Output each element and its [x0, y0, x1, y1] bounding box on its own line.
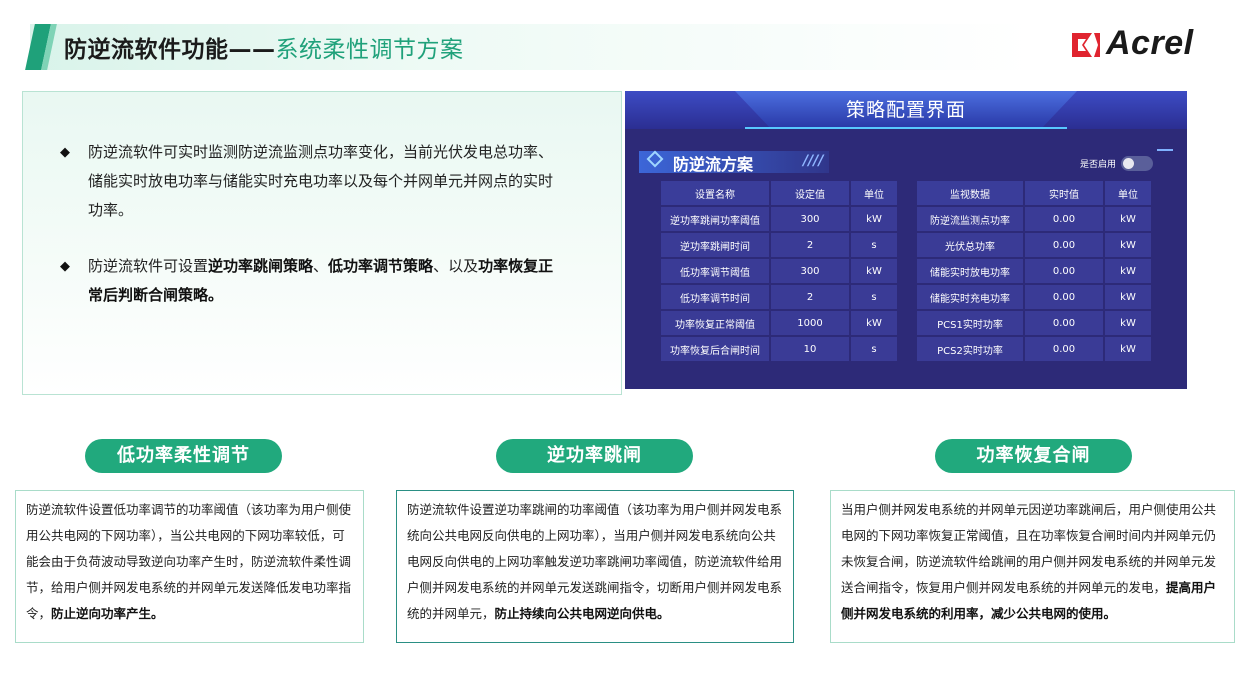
- monitor-value: 0.00: [1025, 285, 1103, 309]
- strategy-config-screen: 策略配置界面 防逆流方案 //// 是否启用 设置名称 设定值 单位 逆功率跳闸…: [625, 91, 1187, 389]
- feature-card-body: 防逆流软件设置逆功率跳闸的功率阈值（该功率为用户侧并网发电系统向公共电网反向供电…: [407, 502, 783, 621]
- feature-label-reverse-trip: 逆功率跳闸: [496, 439, 693, 473]
- monitor-table-header: 监视数据 实时值 单位: [917, 181, 1151, 205]
- monitor-name: 储能实时充电功率: [917, 285, 1023, 309]
- setting-value-input[interactable]: 2: [771, 233, 849, 257]
- settings-table: 设置名称 设定值 单位 逆功率跳闸功率阈值 300 kW 逆功率跳闸时间 2 s…: [659, 179, 899, 363]
- intro-bullet-2-text: 防逆流软件可设置逆功率跳闸策略、低功率调节策略、以及功率恢复正常后判断合闸策略。: [63, 252, 563, 310]
- diamond-bullet-icon: ◆: [60, 259, 70, 274]
- monitor-unit: kW: [1105, 259, 1151, 283]
- bullet2-part: 防逆流软件可设置: [88, 257, 209, 275]
- col-header: 单位: [1105, 181, 1151, 205]
- table-row: 逆功率跳闸功率阈值 300 kW: [661, 207, 897, 231]
- enable-toggle-label: 是否启用: [1080, 160, 1117, 170]
- setting-name: 低功率调节阈值: [661, 259, 769, 283]
- acrel-logo-icon: [1072, 33, 1100, 57]
- monitor-value: 0.00: [1025, 233, 1103, 257]
- setting-name: 低功率调节时间: [661, 285, 769, 309]
- acrel-logo: Acrel: [1070, 24, 1230, 64]
- monitor-unit: kW: [1105, 285, 1151, 309]
- feature-label-low-power: 低功率柔性调节: [85, 439, 282, 473]
- monitor-unit: kW: [1105, 337, 1151, 361]
- feature-card-emphasis: 防止持续向公共电网逆向供电。: [494, 606, 670, 621]
- page-title-main: 防逆流软件功能——: [64, 37, 276, 63]
- setting-name: 逆功率跳闸功率阈值: [661, 207, 769, 231]
- setting-value-input[interactable]: 300: [771, 259, 849, 283]
- monitor-value: 0.00: [1025, 207, 1103, 231]
- monitor-table: 监视数据 实时值 单位 防逆流监测点功率 0.00 kW 光伏总功率 0.00 …: [915, 179, 1153, 363]
- bullet2-part: 、: [313, 257, 329, 275]
- bullet2-part: 、以及: [433, 257, 479, 275]
- monitor-unit: kW: [1105, 207, 1151, 231]
- intro-panel: ◆ 防逆流软件可实时监测防逆流监测点功率变化，当前光伏发电总功率、储能实时放电功…: [22, 91, 622, 395]
- feature-card-reverse-trip: 防逆流软件设置逆功率跳闸的功率阈值（该功率为用户侧并网发电系统向公共电网反向供电…: [396, 490, 794, 643]
- monitor-name: 光伏总功率: [917, 233, 1023, 257]
- table-row: 低功率调节时间 2 s: [661, 285, 897, 309]
- table-row: 储能实时放电功率 0.00 kW: [917, 259, 1151, 283]
- table-row: PCS2实时功率 0.00 kW: [917, 337, 1151, 361]
- logo-text: Acrel: [1106, 24, 1194, 62]
- monitor-name: 防逆流监测点功率: [917, 207, 1023, 231]
- table-row: 防逆流监测点功率 0.00 kW: [917, 207, 1151, 231]
- section-title: 防逆流方案: [673, 155, 754, 174]
- col-header: 设定值: [771, 181, 849, 205]
- screen-header-glow-line: [745, 127, 1067, 129]
- monitor-name: PCS1实时功率: [917, 311, 1023, 335]
- monitor-value: 0.00: [1025, 259, 1103, 283]
- page-title-sub: 系统柔性调节方案: [275, 37, 464, 63]
- setting-name: 逆功率跳闸时间: [661, 233, 769, 257]
- col-header: 设置名称: [661, 181, 769, 205]
- setting-unit: s: [851, 337, 897, 361]
- setting-unit: kW: [851, 311, 897, 335]
- monitor-unit: kW: [1105, 233, 1151, 257]
- screen-title: 策略配置界面: [845, 99, 966, 121]
- bullet2-part-bold: 逆功率跳闸策略: [208, 257, 314, 275]
- table-row: 储能实时充电功率 0.00 kW: [917, 285, 1151, 309]
- table-row: 功率恢复正常阈值 1000 kW: [661, 311, 897, 335]
- setting-unit: kW: [851, 207, 897, 231]
- setting-value-input[interactable]: 10: [771, 337, 849, 361]
- setting-unit: s: [851, 233, 897, 257]
- setting-name: 功率恢复后合闸时间: [661, 337, 769, 361]
- enable-toggle[interactable]: [1121, 156, 1153, 171]
- monitor-unit: kW: [1105, 311, 1151, 335]
- feature-card-recovery-close: 当用户侧并网发电系统的并网单元因逆功率跳闸后，用户侧使用公共电网的下网功率恢复正…: [830, 490, 1235, 643]
- feature-card-body: 当用户侧并网发电系统的并网单元因逆功率跳闸后，用户侧使用公共电网的下网功率恢复正…: [841, 502, 1217, 595]
- setting-name: 功率恢复正常阈值: [661, 311, 769, 335]
- feature-card-emphasis: 防止逆向功率产生。: [51, 606, 164, 621]
- col-header: 监视数据: [917, 181, 1023, 205]
- feature-card-body: 防逆流软件设置低功率调节的功率阈值（该功率为用户侧使用公共电网的下网功率），当公…: [26, 502, 352, 621]
- feature-label-recovery-close: 功率恢复合闸: [935, 439, 1132, 473]
- setting-value-input[interactable]: 1000: [771, 311, 849, 335]
- table-row: 逆功率跳闸时间 2 s: [661, 233, 897, 257]
- page-title: 防逆流软件功能——系统柔性调节方案: [64, 30, 464, 64]
- col-header: 实时值: [1025, 181, 1103, 205]
- feature-card-low-power: 防逆流软件设置低功率调节的功率阈值（该功率为用户侧使用公共电网的下网功率），当公…: [15, 490, 364, 643]
- intro-bullet-1: ◆ 防逆流软件可实时监测防逆流监测点功率变化，当前光伏发电总功率、储能实时放电功…: [60, 138, 563, 225]
- toggle-knob[interactable]: [1123, 158, 1134, 169]
- table-row: 光伏总功率 0.00 kW: [917, 233, 1151, 257]
- corner-decor: [1157, 149, 1173, 151]
- table-row: PCS1实时功率 0.00 kW: [917, 311, 1151, 335]
- bullet2-part-bold: 低功率调节策略: [328, 257, 434, 275]
- intro-bullet-2: ◆ 防逆流软件可设置逆功率跳闸策略、低功率调节策略、以及功率恢复正常后判断合闸策…: [60, 252, 563, 310]
- monitor-name: 储能实时放电功率: [917, 259, 1023, 283]
- table-row: 功率恢复后合闸时间 10 s: [661, 337, 897, 361]
- section-slash-decor: ////: [803, 153, 824, 169]
- diamond-bullet-icon: ◆: [60, 145, 70, 160]
- monitor-name: PCS2实时功率: [917, 337, 1023, 361]
- setting-unit: kW: [851, 259, 897, 283]
- settings-table-header: 设置名称 设定值 单位: [661, 181, 897, 205]
- monitor-value: 0.00: [1025, 311, 1103, 335]
- setting-unit: s: [851, 285, 897, 309]
- intro-bullet-1-text: 防逆流软件可实时监测防逆流监测点功率变化，当前光伏发电总功率、储能实时放电功率与…: [88, 143, 554, 219]
- table-row: 低功率调节阈值 300 kW: [661, 259, 897, 283]
- col-header: 单位: [851, 181, 897, 205]
- setting-value-input[interactable]: 2: [771, 285, 849, 309]
- setting-value-input[interactable]: 300: [771, 207, 849, 231]
- monitor-value: 0.00: [1025, 337, 1103, 361]
